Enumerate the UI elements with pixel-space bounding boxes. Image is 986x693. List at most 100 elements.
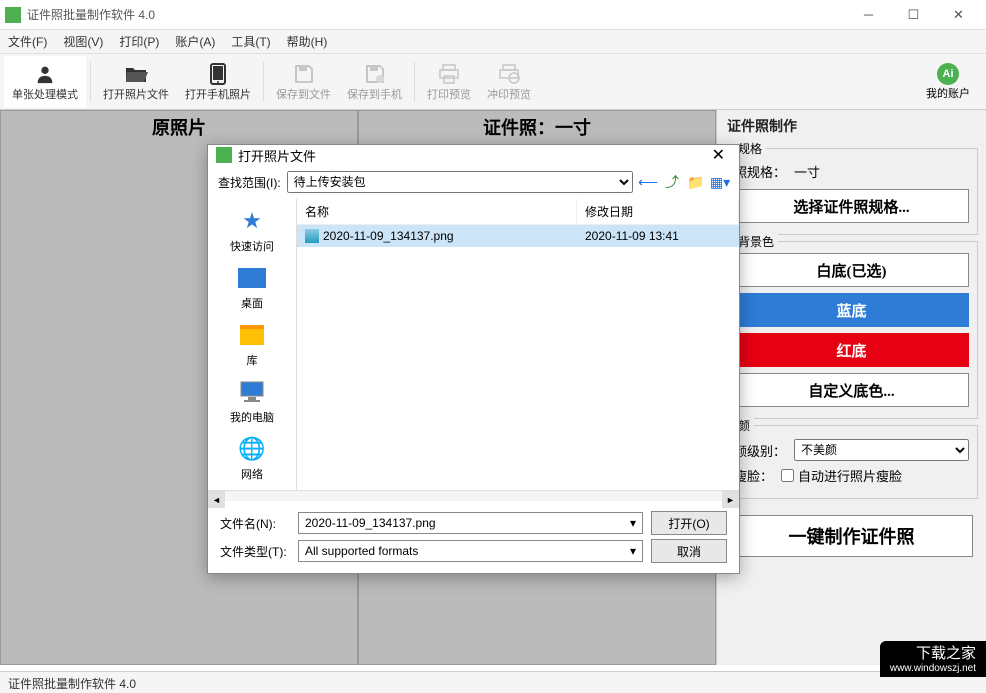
places-sidebar: ★ 快速访问 桌面 库 我的电脑 🌐 网络 — [208, 199, 296, 490]
lookin-label: 查找范围(I): — [218, 174, 281, 191]
menu-file[interactable]: 文件(F) — [8, 33, 47, 50]
library-item[interactable]: 库 — [236, 321, 268, 368]
my-account-button[interactable]: Ai 我的账户 — [914, 61, 982, 103]
network-icon: 🌐 — [236, 435, 268, 463]
person-icon — [34, 62, 56, 86]
statusbar: 证件照批量制作软件 4.0 — [0, 671, 986, 693]
file-list: 名称 修改日期 2020-11-09_134137.png 2020-11-09… — [296, 199, 739, 490]
menu-help[interactable]: 帮助(H) — [287, 33, 328, 50]
filetype-value: All supported formats — [305, 544, 418, 558]
open-phone-button[interactable]: 打开手机照片 — [177, 56, 259, 108]
panel-title: 证件照制作 — [717, 110, 986, 142]
dialog-titlebar: 打开照片文件 ✕ — [208, 145, 739, 165]
folder-open-icon — [124, 62, 148, 86]
filetype-label: 文件类型(T): — [220, 543, 290, 560]
desktop-item[interactable]: 桌面 — [236, 264, 268, 311]
bg-blue-button[interactable]: 蓝底 — [734, 293, 969, 327]
menu-view[interactable]: 视图(V) — [63, 33, 103, 50]
save-icon — [294, 62, 314, 86]
develop-icon — [498, 62, 520, 86]
close-button[interactable]: ✕ — [936, 1, 981, 29]
menu-account[interactable]: 账户(A) — [175, 33, 215, 50]
make-photo-button[interactable]: 一键制作证件照 — [730, 515, 972, 557]
open-button[interactable]: 打开(O) — [651, 511, 727, 535]
col-date-header[interactable]: 修改日期 — [577, 199, 739, 224]
spec-value: 一寸 — [794, 162, 820, 181]
idphoto-header: 证件照：一寸 — [359, 111, 715, 143]
up-icon[interactable]: ⤴ — [663, 173, 681, 191]
library-label: 库 — [247, 352, 258, 368]
slim-checkbox[interactable] — [781, 469, 794, 482]
beauty-group: 颜 颜级别： 不美颜 瘦脸： 自动进行照片瘦脸 — [725, 425, 978, 499]
phone-icon — [210, 62, 226, 86]
my-account-label: 我的账户 — [926, 85, 970, 101]
cancel-button[interactable]: 取消 — [651, 539, 727, 563]
horizontal-scrollbar[interactable]: ◄ ► — [208, 490, 739, 501]
save-file-button[interactable]: 保存到文件 — [268, 56, 339, 108]
filename-label: 文件名(N): — [220, 515, 290, 532]
develop-preview-button[interactable]: 冲印预览 — [479, 56, 539, 108]
library-icon — [236, 321, 268, 349]
dialog-icon — [216, 147, 232, 163]
new-folder-icon[interactable]: 📁 — [687, 173, 705, 191]
printer-icon — [438, 62, 460, 86]
settings-panel: 证件照制作 规格 照规格： 一寸 选择证件照规格... 背景色 白底(已选) 蓝… — [716, 110, 986, 665]
develop-preview-label: 冲印预览 — [487, 86, 531, 102]
save-phone-icon — [365, 62, 385, 86]
watermark-title: 下载之家 — [890, 645, 976, 663]
separator — [263, 62, 264, 102]
menu-tools[interactable]: 工具(T) — [231, 33, 270, 50]
desktop-label: 桌面 — [241, 295, 263, 311]
save-phone-label: 保存到手机 — [347, 86, 402, 102]
chevron-down-icon: ▾ — [630, 516, 636, 530]
menubar: 文件(F) 视图(V) 打印(P) 账户(A) 工具(T) 帮助(H) — [0, 30, 986, 54]
save-file-label: 保存到文件 — [276, 86, 331, 102]
slim-check-label: 自动进行照片瘦脸 — [798, 466, 902, 485]
separator — [90, 62, 91, 102]
save-phone-button[interactable]: 保存到手机 — [339, 56, 410, 108]
filetype-select[interactable]: All supported formats ▾ — [298, 540, 643, 562]
computer-icon — [236, 378, 268, 406]
dialog-close-button[interactable]: ✕ — [706, 145, 731, 165]
list-header: 名称 修改日期 — [297, 199, 739, 225]
filename-input[interactable]: 2020-11-09_134137.png ▾ — [298, 512, 643, 534]
view-menu-icon[interactable]: ▦▾ — [711, 173, 729, 191]
titlebar: 证件照批量制作软件 4.0 ─ ☐ ✕ — [0, 0, 986, 30]
chevron-down-icon: ▾ — [630, 544, 636, 558]
file-row[interactable]: 2020-11-09_134137.png 2020-11-09 13:41 — [297, 225, 739, 247]
col-name-header[interactable]: 名称 — [297, 199, 577, 224]
watermark-url: www.windowszj.net — [890, 663, 976, 675]
dialog-bottom: 文件名(N): 2020-11-09_134137.png ▾ 打开(O) 文件… — [208, 501, 739, 573]
scroll-left-icon[interactable]: ◄ — [208, 491, 225, 508]
bg-red-button[interactable]: 红底 — [734, 333, 969, 367]
maximize-button[interactable]: ☐ — [891, 1, 936, 29]
bg-custom-button[interactable]: 自定义底色... — [734, 373, 969, 407]
minimize-button[interactable]: ─ — [846, 1, 891, 29]
spec-label: 照规格： — [734, 162, 786, 181]
network-item[interactable]: 🌐 网络 — [236, 435, 268, 482]
mode-button[interactable]: 单张处理模式 — [4, 56, 86, 108]
background-group: 背景色 白底(已选) 蓝底 红底 自定义底色... — [725, 241, 978, 419]
bg-group-label: 背景色 — [734, 233, 778, 250]
star-icon: ★ — [236, 207, 268, 235]
app-title: 证件照批量制作软件 4.0 — [27, 6, 846, 23]
spec-group: 规格 照规格： 一寸 选择证件照规格... — [725, 148, 978, 235]
app-icon — [5, 7, 21, 23]
open-file-button[interactable]: 打开照片文件 — [95, 56, 177, 108]
quick-access-item[interactable]: ★ 快速访问 — [230, 207, 274, 254]
menu-print[interactable]: 打印(P) — [119, 33, 159, 50]
ai-icon: Ai — [937, 63, 959, 85]
original-header: 原照片 — [1, 111, 357, 143]
quick-access-label: 快速访问 — [230, 238, 274, 254]
bg-white-button[interactable]: 白底(已选) — [734, 253, 969, 287]
lookin-select[interactable]: 待上传安装包 — [287, 171, 633, 193]
mypc-item[interactable]: 我的电脑 — [230, 378, 274, 425]
beauty-select[interactable]: 不美颜 — [794, 439, 969, 461]
mode-label: 单张处理模式 — [12, 86, 78, 102]
dialog-body: ★ 快速访问 桌面 库 我的电脑 🌐 网络 — [208, 199, 739, 490]
open-phone-label: 打开手机照片 — [185, 86, 251, 102]
back-icon[interactable]: ⟵ — [639, 173, 657, 191]
print-preview-button[interactable]: 打印预览 — [419, 56, 479, 108]
scroll-right-icon[interactable]: ► — [722, 491, 739, 508]
select-spec-button[interactable]: 选择证件照规格... — [734, 189, 969, 223]
